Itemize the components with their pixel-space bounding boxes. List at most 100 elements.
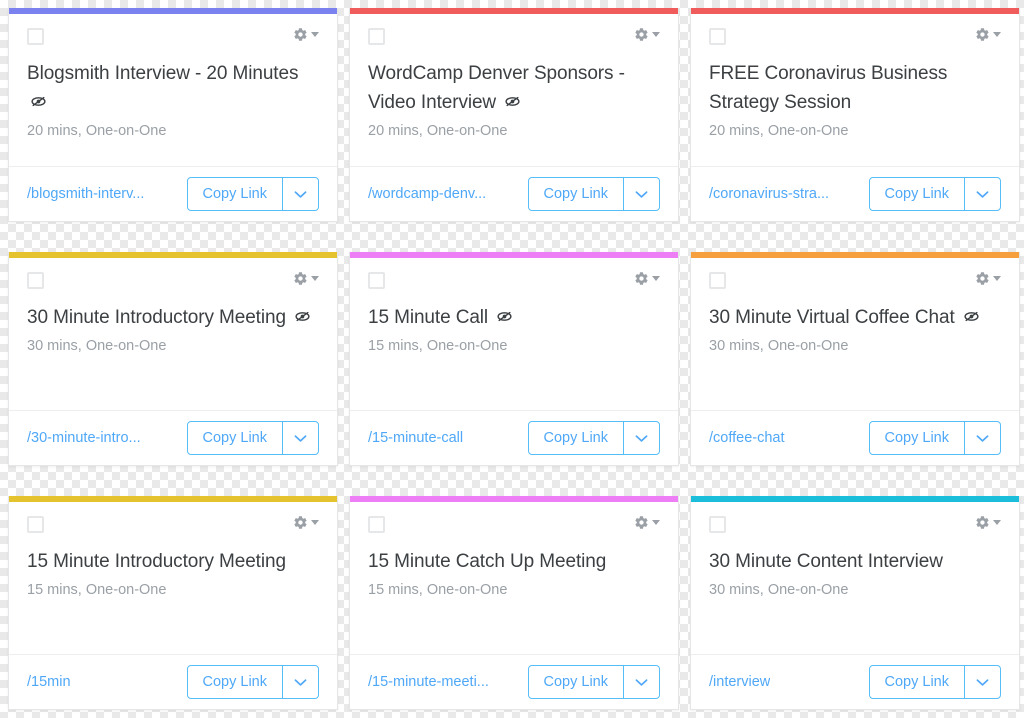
copy-link-button[interactable]: Copy Link <box>529 666 623 698</box>
copy-link-dropdown-button[interactable] <box>623 666 659 698</box>
chevron-down-icon <box>635 434 648 443</box>
copy-link-button-group: Copy Link <box>527 177 660 211</box>
select-event-checkbox[interactable] <box>368 28 385 45</box>
event-settings-menu[interactable] <box>634 271 660 286</box>
event-duration-type: 30 mins, One-on-One <box>709 338 849 354</box>
copy-link-dropdown-button[interactable] <box>623 422 659 454</box>
select-event-checkbox[interactable] <box>27 272 44 289</box>
chevron-down-icon <box>652 520 660 525</box>
event-type-card-1[interactable]: WordCamp Denver Sponsors - Video Intervi… <box>349 8 679 222</box>
event-title: 15 Minute Introductory Meeting <box>27 547 319 576</box>
chevron-down-icon <box>976 434 989 443</box>
event-type-card-4[interactable]: 15 Minute Call 15 mins, One-on-One /15-m… <box>349 252 679 466</box>
event-slug-link[interactable]: /15-minute-meeti... <box>368 674 489 690</box>
copy-link-button-group: Copy Link <box>868 421 1001 455</box>
chevron-down-icon <box>635 678 648 687</box>
card-footer: /15-minute-meeti... Copy Link <box>350 654 678 709</box>
gear-icon <box>634 515 649 530</box>
event-title-text: WordCamp Denver Sponsors - Video Intervi… <box>368 63 625 113</box>
chevron-down-icon <box>635 190 648 199</box>
chevron-down-icon <box>311 520 319 525</box>
select-event-checkbox[interactable] <box>709 272 726 289</box>
copy-link-dropdown-button[interactable] <box>282 178 318 210</box>
gear-icon <box>293 27 308 42</box>
copy-link-dropdown-button[interactable] <box>282 422 318 454</box>
event-duration-type: 15 mins, One-on-One <box>368 582 508 598</box>
event-type-card-7[interactable]: 15 Minute Catch Up Meeting 15 mins, One-… <box>349 496 679 710</box>
select-event-checkbox[interactable] <box>709 28 726 45</box>
event-type-card-5[interactable]: 30 Minute Virtual Coffee Chat 30 mins, O… <box>690 252 1020 466</box>
card-header <box>709 270 1001 300</box>
copy-link-button[interactable]: Copy Link <box>870 666 964 698</box>
chevron-down-icon <box>993 32 1001 37</box>
copy-link-dropdown-button[interactable] <box>964 178 1000 210</box>
copy-link-button[interactable]: Copy Link <box>529 178 623 210</box>
card-header <box>368 26 660 56</box>
event-slug-link[interactable]: /coffee-chat <box>709 430 785 446</box>
copy-link-button-group: Copy Link <box>186 421 319 455</box>
event-type-card-8[interactable]: 30 Minute Content Interview 30 mins, One… <box>690 496 1020 710</box>
eye-slash-icon <box>963 308 980 325</box>
gear-icon <box>634 27 649 42</box>
copy-link-button[interactable]: Copy Link <box>188 178 282 210</box>
event-slug-link[interactable]: /15-minute-call <box>368 430 463 446</box>
copy-link-dropdown-button[interactable] <box>623 178 659 210</box>
event-settings-menu[interactable] <box>293 515 319 530</box>
event-slug-link[interactable]: /wordcamp-denv... <box>368 186 486 202</box>
chevron-down-icon <box>294 678 307 687</box>
chevron-down-icon <box>993 276 1001 281</box>
chevron-down-icon <box>993 520 1001 525</box>
event-settings-menu[interactable] <box>975 27 1001 42</box>
event-title-text: 30 Minute Virtual Coffee Chat <box>709 307 960 328</box>
event-slug-link[interactable]: /30-minute-intro... <box>27 430 141 446</box>
event-settings-menu[interactable] <box>975 271 1001 286</box>
event-settings-menu[interactable] <box>634 27 660 42</box>
card-footer: /wordcamp-denv... Copy Link <box>350 166 678 221</box>
event-slug-link[interactable]: /15min <box>27 674 71 690</box>
event-settings-menu[interactable] <box>975 515 1001 530</box>
event-title: 15 Minute Call <box>368 303 660 332</box>
event-type-card-3[interactable]: 30 Minute Introductory Meeting 30 mins, … <box>8 252 338 466</box>
select-event-checkbox[interactable] <box>368 272 385 289</box>
event-title: 15 Minute Catch Up Meeting <box>368 547 660 576</box>
copy-link-button[interactable]: Copy Link <box>870 422 964 454</box>
select-event-checkbox[interactable] <box>709 516 726 533</box>
event-slug-link[interactable]: /interview <box>709 674 770 690</box>
event-title: 30 Minute Introductory Meeting <box>27 303 319 332</box>
select-event-checkbox[interactable] <box>27 28 44 45</box>
copy-link-button[interactable]: Copy Link <box>188 422 282 454</box>
event-type-card-6[interactable]: 15 Minute Introductory Meeting 15 mins, … <box>8 496 338 710</box>
event-settings-menu[interactable] <box>293 271 319 286</box>
gear-icon <box>975 515 990 530</box>
event-type-card-2[interactable]: FREE Coronavirus Business Strategy Sessi… <box>690 8 1020 222</box>
event-title-text: 15 Minute Catch Up Meeting <box>368 551 607 572</box>
event-settings-menu[interactable] <box>634 515 660 530</box>
copy-link-button[interactable]: Copy Link <box>529 422 623 454</box>
chevron-down-icon <box>311 32 319 37</box>
card-header <box>709 26 1001 56</box>
copy-link-button-group: Copy Link <box>527 421 660 455</box>
card-footer: /blogsmith-interv... Copy Link <box>9 166 337 221</box>
select-event-checkbox[interactable] <box>27 516 44 533</box>
event-type-card-0[interactable]: Blogsmith Interview - 20 Minutes 20 mins… <box>8 8 338 222</box>
copy-link-button[interactable]: Copy Link <box>870 178 964 210</box>
event-slug-link[interactable]: /blogsmith-interv... <box>27 186 144 202</box>
card-body: WordCamp Denver Sponsors - Video Intervi… <box>350 14 678 166</box>
select-event-checkbox[interactable] <box>368 516 385 533</box>
copy-link-button[interactable]: Copy Link <box>188 666 282 698</box>
gear-icon <box>975 27 990 42</box>
card-footer: /coffee-chat Copy Link <box>691 410 1019 465</box>
card-footer: /coronavirus-stra... Copy Link <box>691 166 1019 221</box>
event-title-text: Blogsmith Interview - 20 Minutes <box>27 63 299 84</box>
event-settings-menu[interactable] <box>293 27 319 42</box>
event-slug-link[interactable]: /coronavirus-stra... <box>709 186 829 202</box>
event-duration-type: 15 mins, One-on-One <box>27 582 167 598</box>
card-footer: /15min Copy Link <box>9 654 337 709</box>
card-header <box>709 514 1001 544</box>
copy-link-dropdown-button[interactable] <box>282 666 318 698</box>
event-title-text: 15 Minute Call <box>368 307 494 328</box>
copy-link-dropdown-button[interactable] <box>964 422 1000 454</box>
card-body: 30 Minute Virtual Coffee Chat 30 mins, O… <box>691 258 1019 410</box>
copy-link-dropdown-button[interactable] <box>964 666 1000 698</box>
card-header <box>368 270 660 300</box>
